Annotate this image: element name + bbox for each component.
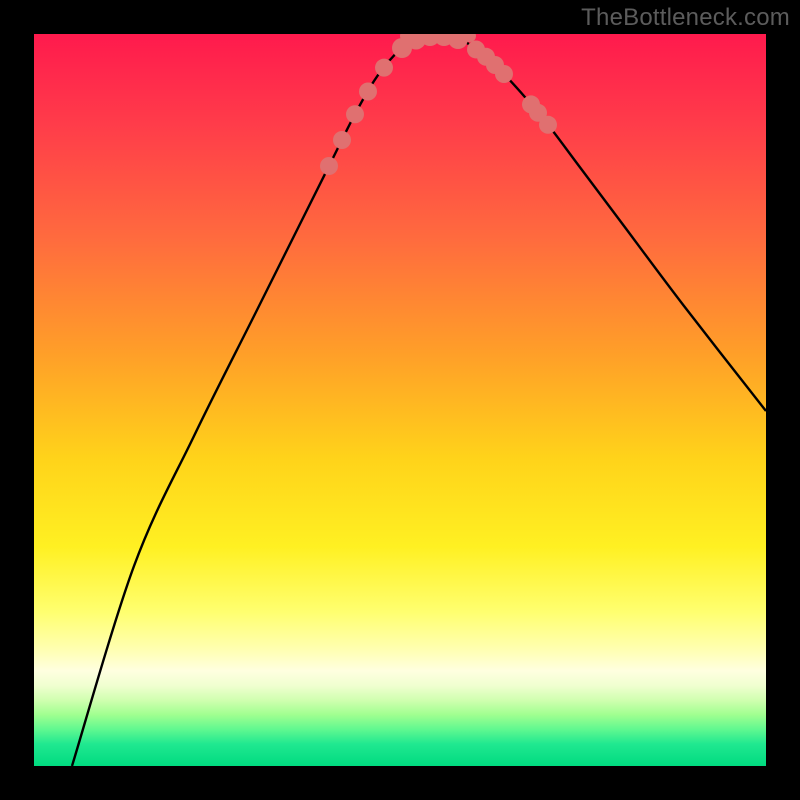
marker-dot xyxy=(477,48,495,66)
marker-dot xyxy=(522,95,540,113)
marker-dot xyxy=(467,40,485,58)
marker-dot xyxy=(486,56,504,74)
marker-dot xyxy=(320,157,338,175)
marker-dot xyxy=(392,38,412,58)
marker-dot xyxy=(375,59,393,77)
watermark-text: TheBottleneck.com xyxy=(581,4,790,32)
chart-frame: TheBottleneck.com xyxy=(0,0,800,800)
marker-dot xyxy=(359,83,377,101)
marker-dot xyxy=(434,34,454,46)
marker-dot xyxy=(448,34,468,49)
marker-dot xyxy=(495,65,513,83)
marker-dot xyxy=(346,105,364,123)
marker-dot xyxy=(333,131,351,149)
marker-dot xyxy=(529,104,547,122)
marker-dot xyxy=(420,34,440,46)
marker-dot xyxy=(539,116,557,134)
highlight-points xyxy=(320,34,557,175)
marker-dot xyxy=(406,34,426,49)
chart-plot-area xyxy=(34,34,766,766)
bottleneck-curve xyxy=(72,36,766,767)
chart-svg xyxy=(34,34,766,766)
